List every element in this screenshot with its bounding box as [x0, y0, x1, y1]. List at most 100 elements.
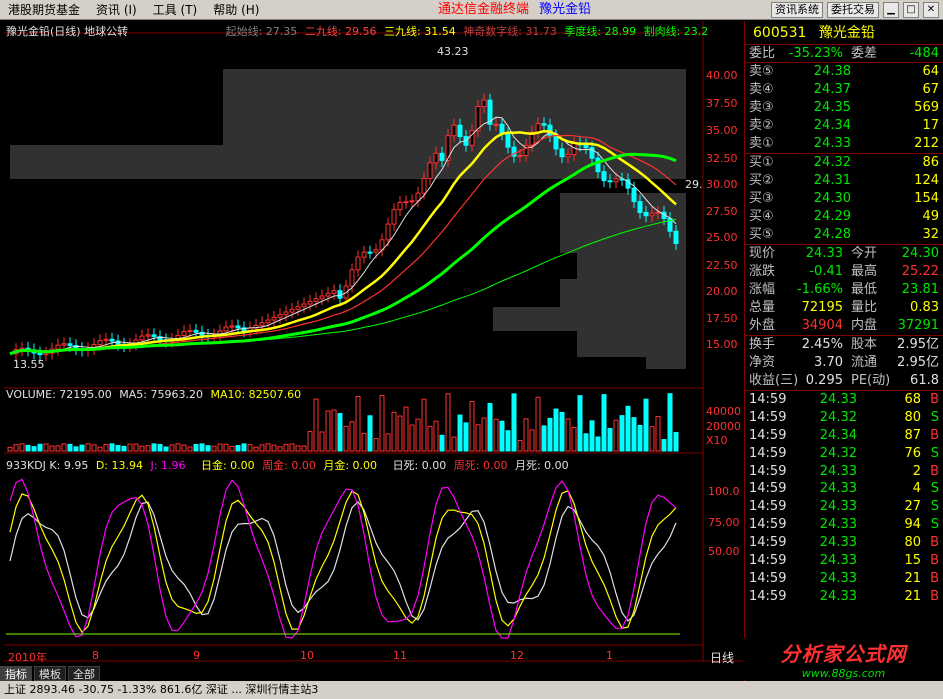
book-row: 买① 24.32 86 [745, 154, 943, 172]
stat-label: 最高 [851, 264, 878, 279]
tick-side: S [930, 517, 939, 533]
line-39: 三九线: 31.54 [384, 25, 456, 38]
volume-bar [13, 444, 19, 452]
candle-body [517, 154, 523, 157]
volume-bar [343, 425, 349, 452]
volume-header: VOLUME: 72195.00 MA5: 75963.20 MA10: 825… [6, 388, 301, 401]
tick-side: B [930, 392, 939, 407]
stat-value: 3.70 [814, 355, 843, 370]
candle-body [229, 325, 235, 328]
date-tick: 11 [393, 649, 407, 662]
volume-bar [355, 396, 361, 452]
chart-header: 豫光金铅(日线) 地球公转 起始线: 27.35 二九线: 29.56 三九线:… [6, 23, 708, 39]
info-system-button[interactable]: 资讯系统 [771, 2, 823, 18]
line-start: 起始线: 27.35 [225, 25, 298, 38]
tick-side: S [930, 409, 939, 425]
weicha-label: 委差 [851, 46, 878, 61]
status-bar: 上证 2893.46 -30.75 -1.33% 861.6亿 深证 ... 深… [0, 681, 943, 699]
stock-code: 600531 [753, 25, 807, 41]
volume-bar [457, 414, 463, 452]
close-icon[interactable]: ✕ [923, 2, 939, 18]
tick-time: 14:59 [749, 517, 787, 533]
logo-main: 分析家公式网 [780, 642, 907, 666]
volume-ma10: MA10: 82507.60 [210, 388, 302, 401]
volume-bar [109, 443, 115, 452]
line-29: 二九线: 29.56 [304, 25, 377, 38]
stat-value: 34904 [801, 318, 843, 333]
candle-body [559, 148, 565, 158]
volume-tick: X10 [706, 434, 728, 447]
candle-body [193, 329, 199, 333]
menu-item-help[interactable]: 帮助 (H) [205, 0, 267, 20]
candle-body [235, 325, 241, 329]
tick-volume: 2 [912, 463, 921, 479]
stat-row: 涨跌 -0.41 最高 25.22 [745, 263, 943, 281]
volume-bar [151, 443, 157, 452]
book-label: 买⑤ [749, 227, 774, 242]
tick-time: 14:59 [749, 463, 787, 479]
menu-item-info[interactable]: 资讯 (I) [88, 0, 145, 20]
volume-bar [67, 443, 73, 452]
volume-bar [403, 406, 409, 452]
kdj-extra-3: 日死: 0.00 [392, 459, 447, 472]
stock-title: 豫光金铅 [539, 2, 592, 17]
volume-bar [277, 446, 283, 452]
menu-item-tools[interactable]: 工具 (T) [145, 0, 206, 20]
volume-tick: 20000 [706, 420, 741, 433]
candle-body [601, 171, 607, 182]
candle-body [289, 308, 295, 313]
volume-bar [625, 405, 631, 452]
book-label: 卖③ [749, 100, 774, 115]
stat-value: 2.95亿 [897, 355, 939, 370]
book-label: 买③ [749, 191, 774, 206]
book-volume: 67 [922, 82, 939, 97]
kline-chart[interactable] [0, 21, 743, 679]
tick-price: 24.34 [819, 427, 857, 443]
candle-body [331, 290, 337, 294]
candle-body [649, 212, 655, 217]
chart-area[interactable]: 豫光金铅(日线) 地球公转 起始线: 27.35 二九线: 29.56 三九线:… [0, 21, 743, 679]
volume-bar [241, 443, 247, 452]
price-tick: 40.00 [706, 69, 738, 82]
volume-bar [367, 415, 373, 452]
period-label[interactable]: 日线 [710, 649, 734, 666]
kdj-d: D: 13.94 [95, 459, 143, 472]
candle-body [349, 269, 355, 287]
tick-volume: 4 [912, 481, 921, 497]
volume-bar [7, 446, 13, 452]
trade-button[interactable]: 委托交易 [827, 2, 879, 18]
book-row: 卖③ 24.35 569 [745, 99, 943, 117]
volume-bar [607, 428, 613, 452]
candle-body [259, 322, 265, 326]
app-title: 通达信金融终端 [438, 2, 530, 17]
volume-bar [175, 443, 181, 452]
tab-template[interactable]: 模板 [34, 666, 66, 681]
stat-label: 收益(三) [749, 373, 799, 388]
stat-row: 收益(三) 0.295 PE(动) 61.8 [745, 372, 943, 390]
volume-bar [265, 443, 271, 452]
volume-bar [169, 444, 175, 452]
book-price: 24.33 [813, 136, 851, 151]
tab-indicator[interactable]: 指标 [0, 666, 32, 681]
volume-bar [91, 444, 97, 452]
tick-row: 14:59 24.33 68 B [745, 391, 943, 409]
weibi-label: 委比 [749, 46, 776, 61]
volume-bar [661, 439, 667, 452]
tick-row: 14:59 24.33 27 S [745, 498, 943, 516]
volume-bar [139, 445, 145, 452]
stat-label: 量比 [851, 300, 878, 315]
minimize-icon[interactable]: ▁ [883, 2, 899, 18]
menu-item-hk-futures[interactable]: 港股期货基金 [0, 0, 88, 20]
book-label: 卖④ [749, 82, 774, 97]
volume-bar [361, 432, 367, 452]
tab-all[interactable]: 全部 [68, 666, 100, 681]
volume-bar [475, 424, 481, 452]
tick-price: 24.33 [819, 570, 857, 586]
candle-body [373, 249, 379, 253]
candle-body [67, 343, 73, 347]
candle-body [457, 124, 463, 138]
volume-ma5: MA5: 75963.20 [119, 388, 203, 401]
maximize-icon[interactable]: □ [903, 2, 919, 18]
candle-body [637, 201, 643, 213]
book-label: 卖⑤ [749, 64, 774, 79]
